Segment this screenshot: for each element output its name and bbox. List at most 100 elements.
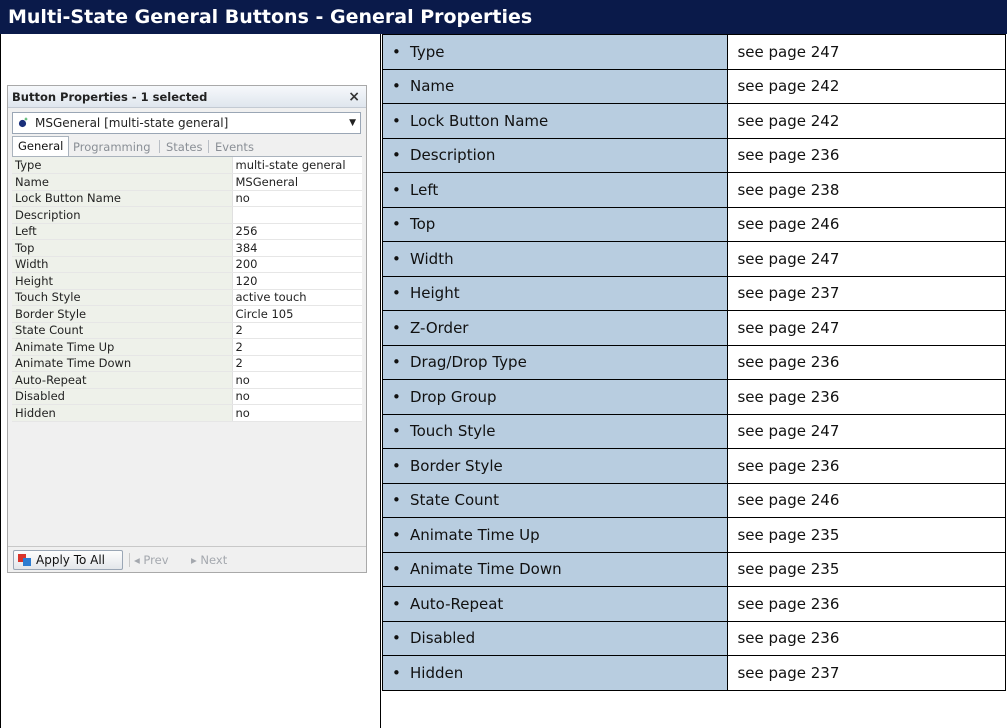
property-row[interactable]: Disabled no [12,388,362,405]
property-value[interactable]: no [231,371,362,389]
property-row[interactable]: Lock Button Name no [12,190,362,207]
tab-events[interactable]: Events [210,138,259,156]
tab-programming[interactable]: Programming [68,138,156,156]
property-value[interactable]: no [231,388,362,405]
property-key: Description [12,206,232,224]
property-key: Height [12,272,232,290]
page-reference: see page 246 [727,482,1006,518]
property-name-cell: • Hidden [381,655,729,691]
property-row[interactable]: Width 200 [12,256,362,273]
property-value[interactable]: Circle 105 [231,305,362,323]
table-row: • Drag/Drop Type see page 236 [381,344,1006,380]
property-value[interactable]: multi-state general [231,157,362,174]
property-key: Lock Button Name [12,190,232,207]
table-row: • Animate Time Up see page 235 [381,517,1006,553]
property-name-cell: • Lock Button Name [381,103,729,139]
page-reference: see page 246 [727,206,1006,242]
page-reference: see page 235 [727,517,1006,553]
tab-general[interactable]: General [12,136,70,156]
property-value[interactable]: 256 [231,223,362,240]
property-name-cell: • Animate Time Up [381,517,729,553]
table-row: • Disabled see page 236 [381,620,1006,656]
property-name-cell: • State Count [381,482,729,518]
property-value[interactable] [231,206,362,224]
property-value[interactable]: MSGeneral [231,173,362,191]
property-name-cell: • Top [381,206,729,242]
property-value[interactable]: 384 [231,239,362,257]
table-row: • Z-Order see page 247 [381,310,1006,346]
property-row[interactable]: Height 120 [12,272,362,290]
property-value[interactable]: 2 [231,322,362,339]
property-key: Type [12,157,232,174]
table-row: • Hidden see page 237 [381,655,1006,691]
property-row[interactable]: State Count 2 [12,322,362,339]
property-row[interactable]: Touch Style active touch [12,289,362,306]
property-row[interactable]: Hidden no [12,404,362,422]
page-reference: see page 236 [727,379,1006,415]
section-header: Multi-State General Buttons - General Pr… [0,0,1007,34]
property-value[interactable]: 2 [231,338,362,356]
page-reference: see page 247 [727,310,1006,346]
property-row[interactable]: Left 256 [12,223,362,240]
property-row[interactable]: Border Style Circle 105 [12,305,362,323]
property-reference-table: • Type see page 247 • Name see page 242 • Loc… [381,34,1006,691]
property-name-cell: • Animate Time Down [381,551,729,587]
property-key: Top [12,239,232,257]
prev-button[interactable]: ◂ Prev [134,550,169,570]
apply-icon [18,554,31,566]
page-reference: see page 236 [727,586,1006,622]
panel-tabs: General Programming States Events [12,136,362,157]
property-row[interactable]: Auto-Repeat no [12,371,362,389]
apply-to-all-button[interactable]: Apply To All [13,550,123,570]
property-row[interactable]: Type multi-state general [12,157,362,174]
property-row[interactable]: Top 384 [12,239,362,257]
panel-title-bar: Button Properties - 1 selected × [8,86,366,108]
page-reference: see page 237 [727,275,1006,311]
button-selector-value: MSGeneral [multi-state general] [35,116,229,130]
page-reference: see page 236 [727,137,1006,173]
page-reference: see page 237 [727,655,1006,691]
next-button[interactable]: ▸ Next [191,550,227,570]
property-key: Width [12,256,232,273]
property-row[interactable]: Description [12,206,362,224]
property-row[interactable]: Animate Time Down 2 [12,355,362,372]
property-value[interactable]: 200 [231,256,362,273]
page-reference: see page 247 [727,413,1006,449]
property-value[interactable]: 120 [231,272,362,290]
tab-states[interactable]: States [161,138,207,156]
button-icon [18,117,29,128]
property-value[interactable]: active touch [231,289,362,306]
panel-title: Button Properties - 1 selected [12,90,208,104]
section-title: Multi-State General Buttons - General Pr… [8,6,533,28]
panel-footer: Apply To All ◂ Prev ▸ Next [8,546,366,573]
page-reference: see page 235 [727,551,1006,587]
property-row[interactable]: Name MSGeneral [12,173,362,191]
page-reference: see page 236 [727,620,1006,656]
close-icon[interactable]: × [348,86,360,108]
property-name-cell: • Drag/Drop Type [381,344,729,380]
table-row: • Border Style see page 236 [381,448,1006,484]
chevron-down-icon[interactable]: ▼ [349,113,356,133]
table-row: • Name see page 242 [381,68,1006,104]
property-row[interactable]: Animate Time Up 2 [12,338,362,356]
table-row: • Drop Group see page 236 [381,379,1006,415]
table-row: • Top see page 246 [381,206,1006,242]
table-row: • Type see page 247 [381,34,1006,70]
table-row: • Width see page 247 [381,241,1006,277]
property-name-cell: • Disabled [381,620,729,656]
property-key: Disabled [12,388,232,405]
property-name-cell: • Description [381,137,729,173]
footer-separator [129,553,130,567]
button-properties-panel: Button Properties - 1 selected × MSGener… [7,85,367,573]
property-name-cell: • Name [381,68,729,104]
property-value[interactable]: no [231,404,362,422]
property-value[interactable]: no [231,190,362,207]
page-reference: see page 242 [727,68,1006,104]
property-key: Name [12,173,232,191]
property-value[interactable]: 2 [231,355,362,372]
button-selector-dropdown[interactable]: MSGeneral [multi-state general] ▼ [12,112,361,134]
page-reference: see page 242 [727,103,1006,139]
property-name-cell: • Border Style [381,448,729,484]
property-key: Animate Time Down [12,355,232,372]
tab-separator [159,140,160,153]
